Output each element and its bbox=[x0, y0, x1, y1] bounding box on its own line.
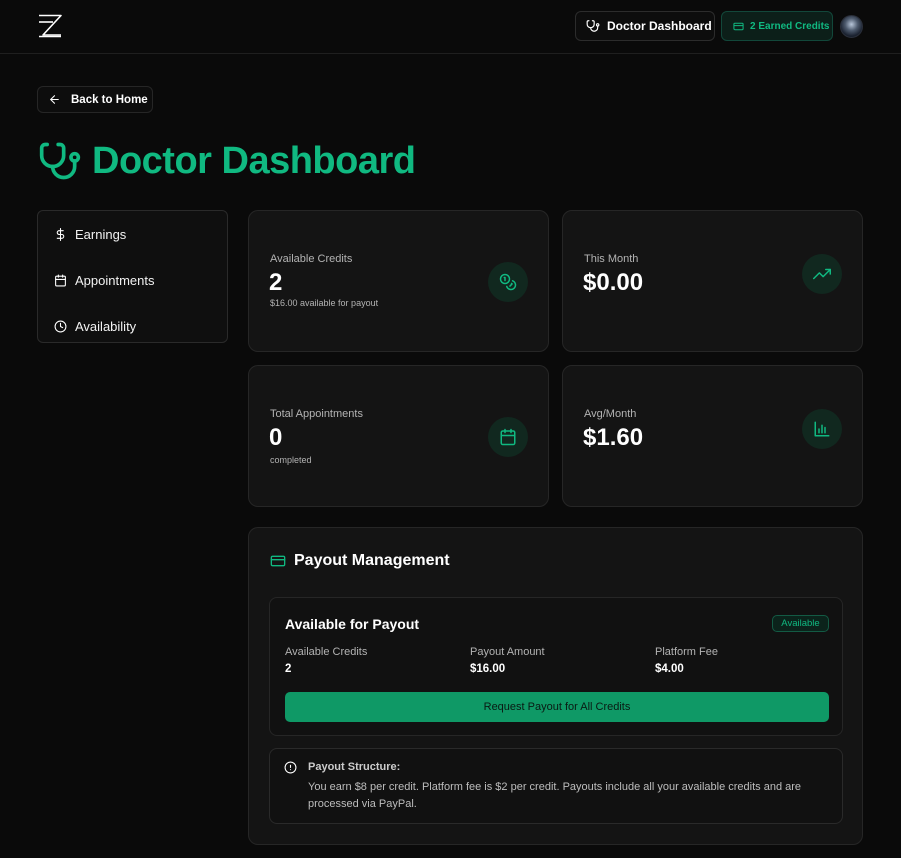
back-to-home-button[interactable]: Back to Home bbox=[37, 86, 153, 113]
stethoscope-icon bbox=[586, 19, 600, 33]
status-badge: Available bbox=[772, 615, 829, 632]
sidebar-item-earnings[interactable]: Earnings bbox=[54, 224, 126, 244]
card-value: $1.60 bbox=[583, 424, 644, 451]
this-month-card: This Month $0.00 bbox=[562, 210, 863, 352]
sidebar-item-label: Availability bbox=[75, 318, 137, 334]
card-subtext: completed bbox=[270, 455, 312, 465]
available-credits-card: Available Credits 2 $16.00 available for… bbox=[248, 210, 549, 352]
card-value: $0.00 bbox=[583, 269, 644, 296]
card-label: This Month bbox=[584, 253, 639, 265]
bar-chart-icon bbox=[802, 409, 842, 449]
dollar-icon bbox=[54, 227, 67, 241]
back-to-home-label: Back to Home bbox=[71, 93, 148, 106]
available-credits-label: Available Credits bbox=[285, 646, 368, 658]
page-title: Doctor Dashboard bbox=[92, 139, 416, 182]
earned-credits-badge[interactable]: 2 Earned Credits bbox=[721, 11, 833, 41]
earned-credits-label: 2 Earned Credits bbox=[750, 20, 830, 32]
payout-structure-title: Payout Structure: bbox=[308, 761, 401, 773]
doctor-dashboard-nav-button[interactable]: Doctor Dashboard bbox=[575, 11, 715, 41]
total-appointments-card: Total Appointments 0 completed bbox=[248, 365, 549, 507]
doctor-dashboard-nav-label: Doctor Dashboard bbox=[607, 19, 712, 33]
page-header: Doctor Dashboard bbox=[38, 138, 416, 184]
payout-management-title: Payout Management bbox=[294, 552, 450, 569]
card-label: Total Appointments bbox=[270, 408, 363, 420]
available-credits-value: 2 bbox=[285, 663, 292, 675]
platform-fee-label: Platform Fee bbox=[655, 646, 718, 658]
stethoscope-icon bbox=[38, 139, 82, 183]
top-navigation: Doctor Dashboard 2 Earned Credits bbox=[0, 0, 901, 54]
clock-icon bbox=[54, 320, 67, 333]
calendar-icon bbox=[488, 417, 528, 457]
card-value: 2 bbox=[269, 269, 283, 296]
card-subtext: $16.00 available for payout bbox=[270, 298, 379, 308]
card-value: 0 bbox=[269, 424, 283, 451]
user-avatar[interactable] bbox=[840, 15, 863, 38]
sidebar-item-label: Earnings bbox=[75, 226, 127, 242]
sidebar-item-label: Appointments bbox=[75, 272, 155, 288]
payout-structure-text: You earn $8 per credit. Platform fee is … bbox=[308, 781, 802, 810]
card-label: Avg/Month bbox=[584, 408, 637, 420]
payout-amount-value: $16.00 bbox=[470, 663, 506, 675]
sidebar-item-availability[interactable]: Availability bbox=[54, 316, 136, 336]
arrow-left-icon bbox=[48, 93, 61, 106]
platform-fee-value: $4.00 bbox=[655, 663, 684, 675]
calendar-icon bbox=[54, 274, 67, 287]
z-logo-icon[interactable] bbox=[38, 14, 62, 38]
dashboard-sidebar: Earnings Appointments Availability bbox=[37, 210, 228, 343]
payout-amount-label: Payout Amount bbox=[470, 646, 545, 658]
sidebar-item-appointments[interactable]: Appointments bbox=[54, 270, 155, 290]
payout-management-panel: Payout Management Available for Payout A… bbox=[248, 527, 863, 845]
payout-management-header: Payout Management bbox=[270, 552, 450, 570]
available-for-payout-box: Available for Payout Available Available… bbox=[269, 597, 843, 736]
request-payout-button[interactable]: Request Payout for All Credits bbox=[285, 692, 829, 722]
credit-card-icon bbox=[733, 21, 744, 32]
available-for-payout-title: Available for Payout bbox=[285, 616, 420, 632]
avg-month-card: Avg/Month $1.60 bbox=[562, 365, 863, 507]
trending-up-icon bbox=[802, 254, 842, 294]
credit-card-icon bbox=[270, 553, 286, 569]
card-label: Available Credits bbox=[270, 253, 353, 265]
payout-structure-note: Payout Structure: You earn $8 per credit… bbox=[269, 748, 843, 824]
coins-icon bbox=[488, 262, 528, 302]
alert-circle-icon bbox=[284, 761, 297, 774]
